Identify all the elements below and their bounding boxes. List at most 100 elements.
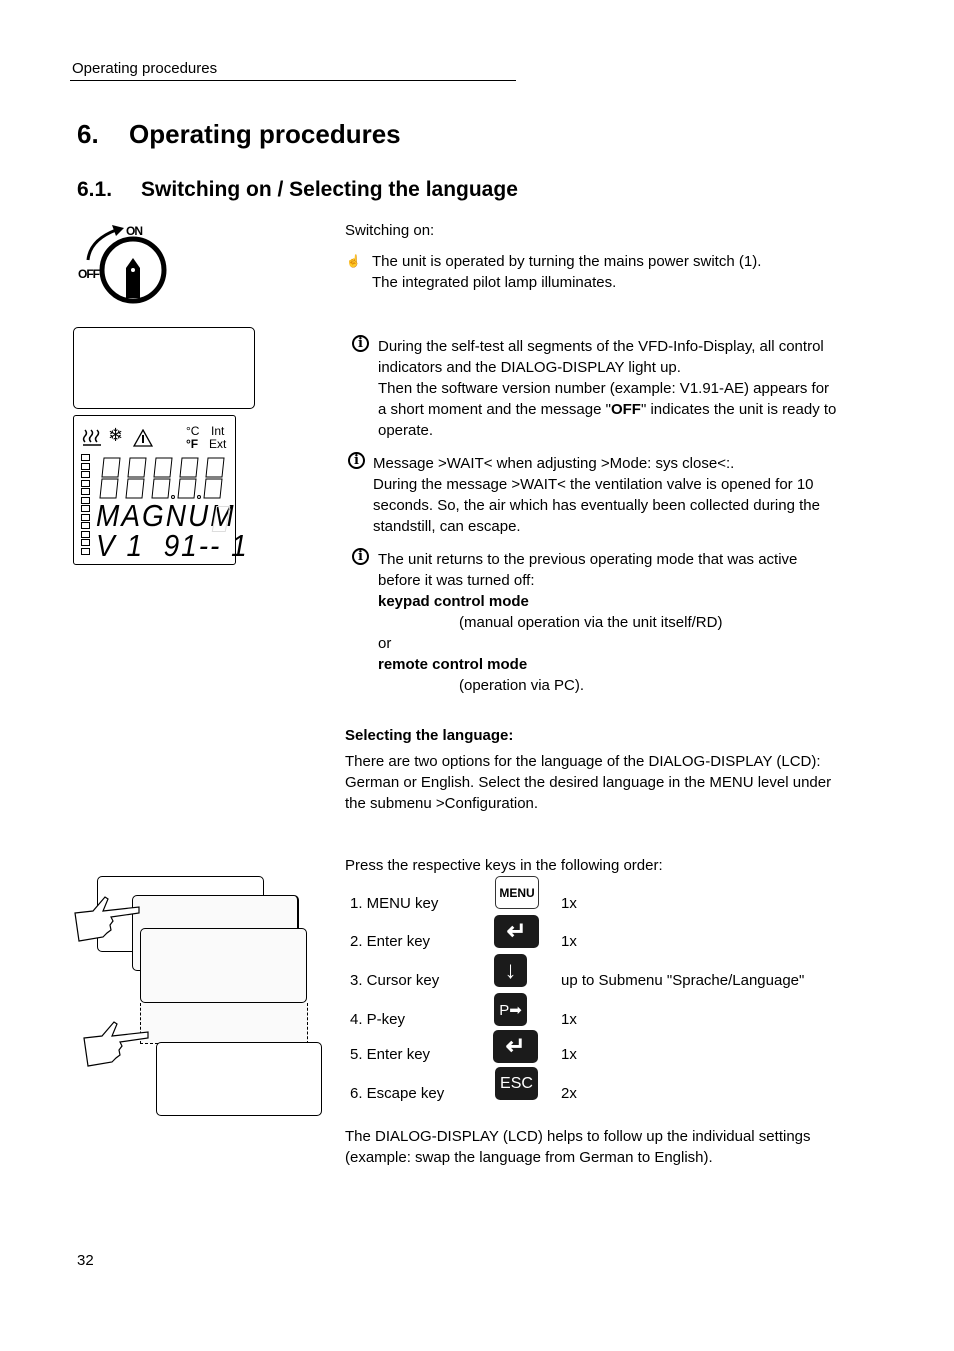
cursor-down-key-icon: ↓ [494,954,527,987]
info-icon: i [348,452,365,469]
seven-segment-digits [99,457,225,499]
language-text: There are two options for the language o… [345,751,831,814]
hand-bullet-icon: ☝ [346,254,361,268]
note-line: standstill, can escape. [373,518,521,535]
section-title: Switching on / Selecting the language [141,178,518,201]
note-line: operate. [378,422,434,439]
step-count: 2x [561,1085,577,1102]
celsius-indicator: °C [186,424,200,438]
digit-3 [151,457,173,499]
or-text: or [378,635,392,652]
note-wait: Message >WAIT< when adjusting >Mode: sys… [373,453,820,537]
note-line: before it was turned off: [378,572,535,589]
note-line: During the self-test all segments of the… [378,338,824,355]
display-screen [156,1042,322,1116]
warning-icon [133,429,153,447]
led-segment [81,505,90,512]
fahrenheit-indicator: °F [186,437,199,451]
step-count: 1x [561,933,577,950]
section-number: 6.1. [77,178,113,201]
off-message: OFF [610,401,641,418]
note-line: indicators and the DIALOG-DISPLAY light … [378,359,681,376]
note-line: During the message >WAIT< the ventilatio… [373,476,814,493]
press-intro: Press the respective keys in the followi… [345,857,663,874]
note-line: Then the software version number (exampl… [378,380,830,397]
switch-on-label: ON [126,224,143,238]
closing-line: (example: swap the language from German … [345,1149,713,1166]
switching-on-heading: Switching on: [345,222,435,239]
enter-key-icon: ↵ [493,1030,538,1063]
chapter-title: Operating procedures [129,119,401,149]
led-segment [81,488,90,495]
pointing-hand-icon [74,896,140,942]
led-segment [81,539,90,546]
language-line: German or English. Select the desired la… [345,774,832,791]
display-transition [140,1003,308,1044]
p-key-icon: P➡ [494,993,527,1026]
step-count: 1x [561,1011,577,1028]
dialog-display-blank [73,327,255,409]
led-segment [81,479,90,487]
led-segment [81,530,90,538]
note-text: " indicates the unit is ready to [640,401,837,418]
step-label: 2. Enter key [350,933,431,950]
step-count: up to Submenu "Sprache/Language" [561,972,805,989]
language-heading: Selecting the language: [345,727,514,744]
note-line: a short moment and the message "OFF" ind… [378,399,836,420]
closing-line: The DIALOG-DISPLAY (LCD) helps to follow… [345,1128,811,1145]
step-label: 4. P-key [350,1011,406,1028]
switching-on-line: The unit is operated by turning the main… [372,253,762,270]
step-label: 6. Escape key [350,1085,445,1102]
snowflake-icon: ❄ [108,425,124,445]
note-selftest: During the self-test all segments of the… [378,336,836,441]
vfd-info-display: ❄ °C °F Int Ext MAGNUM V 1 91-- 1 [73,415,247,565]
step-label: 3. Cursor key [350,972,440,989]
dialog-display-sequence-figure [70,870,330,1125]
display-screen [140,928,307,1003]
chapter-heading: 6. Operating procedures [77,119,401,150]
chapter-number: 6. [77,119,99,149]
ext-indicator: Ext [209,437,227,451]
digit-5 [203,457,225,499]
header-rule [70,80,516,81]
power-switch-figure: ON OFF [76,222,176,312]
language-line: There are two options for the language o… [345,753,821,770]
note-line: seconds. So, the air which has eventuall… [373,497,820,514]
digit-2 [125,457,147,499]
led-segment [81,462,90,470]
switch-off-label: OFF [78,267,100,281]
menu-key-icon: MENU [495,876,539,909]
led-segment [81,496,90,504]
language-line: the submenu >Configuration. [345,795,539,812]
led-bar [81,454,91,555]
digit-1 [99,457,121,499]
step-count: 1x [561,895,577,912]
note-mode: The unit returns to the previous operati… [378,549,797,696]
led-segment [81,471,90,478]
keypad-mode-desc: (manual operation via the unit itself/RD… [459,614,723,631]
int-indicator: Int [211,424,225,438]
digit-4 [177,457,199,499]
enter-key-icon: ↵ [494,915,539,948]
escape-key-icon: ESC [495,1067,538,1100]
info-icon: i [352,335,369,352]
pointing-hand-icon [83,1021,149,1067]
step-label: 5. Enter key [350,1046,431,1063]
keypad-mode-title: keypad control mode [378,593,529,610]
section-heading: 6.1. Switching on / Selecting the languag… [77,178,518,202]
page-number: 32 [77,1252,94,1269]
closing-text: The DIALOG-DISPLAY (LCD) helps to follow… [345,1126,811,1168]
note-line: Message >WAIT< when adjusting >Mode: sys… [373,455,735,472]
step-count: 1x [561,1046,577,1063]
running-header: Operating procedures [72,60,218,77]
switching-on-text: The unit is operated by turning the main… [372,251,761,293]
vfd-line-version: V 1 91-- 1 [96,528,249,563]
led-segment [81,454,90,461]
switching-on-line: The integrated pilot lamp illuminates. [372,274,617,291]
info-icon: i [352,548,369,565]
remote-mode-desc: (operation via PC). [459,677,585,694]
led-segment [81,522,90,529]
led-segment [81,547,90,555]
remote-mode-title: remote control mode [378,656,528,673]
led-segment [81,513,90,521]
